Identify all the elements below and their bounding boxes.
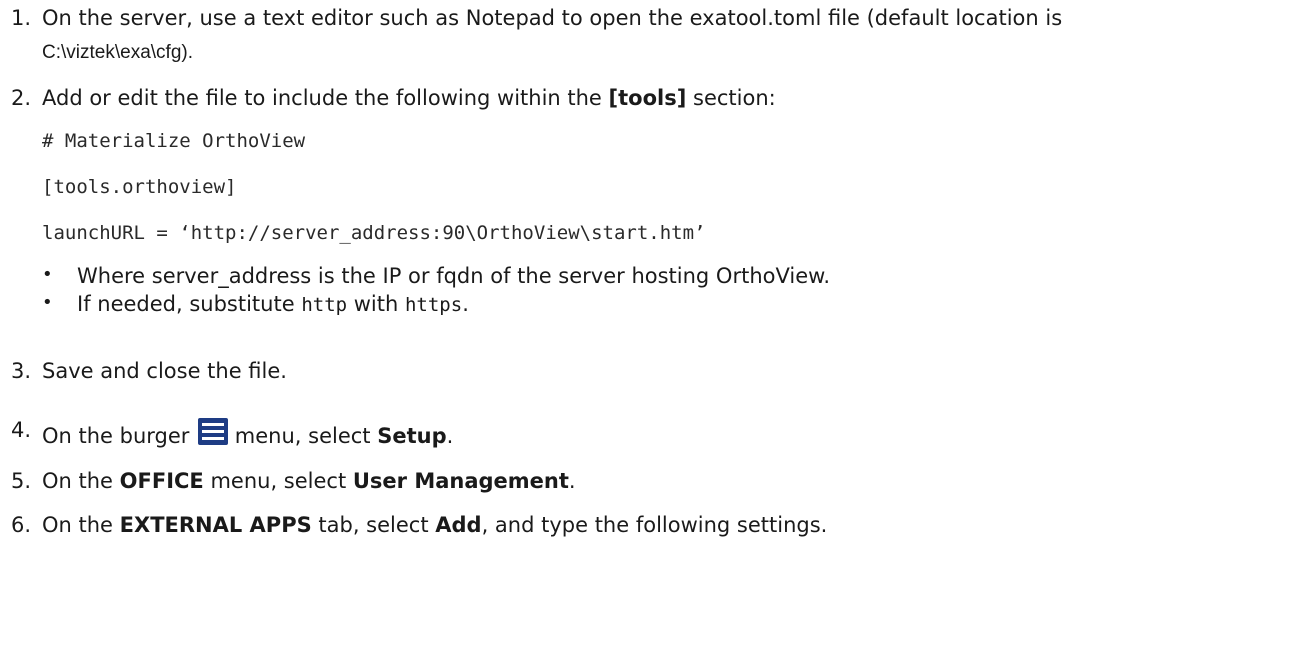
- burger-menu-icon: [198, 418, 229, 445]
- bullet-icon: •: [42, 264, 53, 285]
- office-menu-label: OFFICE: [119, 469, 204, 493]
- user-management-label: User Management: [352, 469, 569, 493]
- step-text: Add or edit the file to include the foll…: [42, 86, 776, 110]
- file-location-path: C:\viztek\exa\cfg).: [42, 42, 193, 63]
- step-number: 2.: [11, 86, 32, 110]
- bullet-icon: •: [42, 292, 53, 313]
- step-number: 4.: [11, 418, 32, 442]
- bullet-text: If needed, substitute http with https.: [77, 292, 469, 316]
- step-text: On the EXTERNAL APPS tab, select Add, an…: [42, 513, 828, 537]
- step-text: Save and close the file.: [42, 359, 287, 383]
- add-button-label: Add: [435, 513, 482, 537]
- external-apps-tab-label: EXTERNAL APPS: [119, 513, 312, 537]
- code-line-launch-url: launchURL = ‘http://server_address:90\Or…: [42, 222, 706, 244]
- code-line-section: [tools.orthoview]: [42, 176, 237, 198]
- inline-code-http: http: [301, 294, 348, 316]
- step-number: 1.: [11, 6, 32, 30]
- bullet-text: Where server_address is the IP or fqdn o…: [77, 264, 831, 288]
- inline-code-https: https: [404, 294, 463, 316]
- setup-menu-item-label: Setup: [377, 424, 447, 448]
- instruction-document: 1. On the server, use a text editor such…: [0, 0, 1303, 647]
- step-number: 3.: [11, 359, 32, 383]
- step-text: On the OFFICE menu, select User Manageme…: [42, 469, 576, 493]
- tools-section-name: [tools]: [608, 86, 687, 110]
- code-line-comment: # Materialize OrthoView: [42, 130, 306, 152]
- step-number: 5.: [11, 469, 32, 493]
- step-text: On the server, use a text editor such as…: [42, 6, 1063, 30]
- step-number: 6.: [11, 513, 32, 537]
- step-text: On the burger menu, select Setup.: [42, 418, 453, 448]
